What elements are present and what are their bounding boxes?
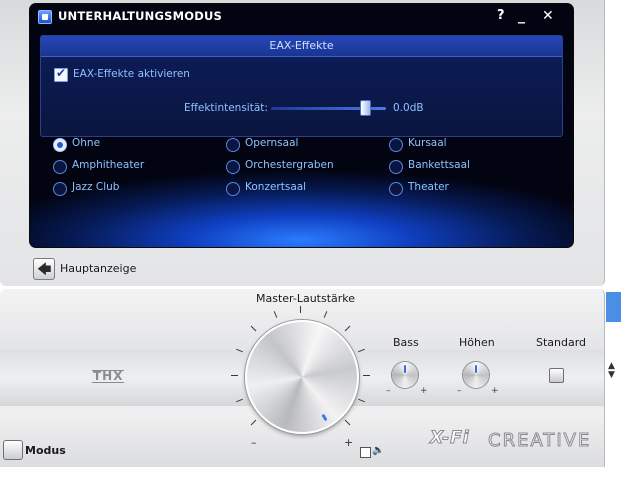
eax-enable-label[interactable]: EAX-Effekte aktivieren [73,68,190,80]
thx-logo: THX [92,369,125,383]
preset-radio-1[interactable] [53,138,67,152]
background-window-edge [606,0,621,478]
creative-audio-console: UNTERHALTUNGSMODUS ? _ ✕ EAX-Effekte ✔ E… [0,0,606,478]
preset-radio-6[interactable] [389,160,403,174]
preset-label[interactable]: Opernsaal [245,137,298,149]
volume-tick [300,306,301,313]
effect-intensity-label: Effektintensität: [184,102,268,114]
title-bar[interactable]: UNTERHALTUNGSMODUS ? _ ✕ [30,4,573,30]
preset-radio-4[interactable] [53,160,67,174]
xfi-logo: X-Fi [430,428,470,449]
bass-label: Bass [393,336,419,349]
window-title: UNTERHALTUNGSMODUS [58,9,222,23]
effect-intensity-slider-thumb[interactable] [360,100,371,116]
eax-enable-checkbox[interactable]: ✔ [54,66,68,82]
preset-label[interactable]: Kursaal [408,137,447,149]
preset-label[interactable]: Theater [408,181,449,193]
preset-radio-7[interactable] [53,182,67,196]
treble-max-mark: + [491,386,499,396]
back-button[interactable]: 🡄 [33,258,55,280]
master-volume-knob[interactable] [245,320,359,434]
treble-label: Höhen [459,336,495,349]
mute-checkbox[interactable] [360,447,371,458]
bass-max-mark: + [420,386,428,396]
bass-min-mark: – [386,386,391,396]
standard-reset-button[interactable] [549,368,564,383]
app-logo-icon [38,10,52,24]
master-volume-min-mark: – [251,436,257,449]
checkmark-icon: ✔ [56,66,67,80]
eax-effects-panel: EAX-Effekte ✔ EAX-Effekte aktivieren Eff… [40,35,563,137]
preset-label[interactable]: Bankettsaal [408,159,470,171]
back-button-label[interactable]: Hauptanzeige [60,262,136,275]
preset-radio-9[interactable] [389,182,403,196]
speaker-icon: 🔈 [372,445,385,456]
preset-label[interactable]: Jazz Club [72,181,119,193]
updown-arrows-icon: ▲ ▼ [608,361,615,380]
treble-knob[interactable] [463,362,489,388]
creative-logo: CREATIVE [487,430,592,452]
arrow-left-icon: 🡄 [37,262,52,278]
preset-label[interactable]: Orchestergraben [245,159,334,171]
preset-label[interactable]: Ohne [72,137,100,149]
help-button[interactable]: ? [497,8,505,24]
master-volume-label: Master-Lautstärke [256,292,356,305]
background-scrollbar [606,292,621,322]
preset-radio-5[interactable] [226,160,240,174]
preset-label[interactable]: Konzertsaal [245,181,306,193]
volume-tick [363,375,370,376]
treble-min-mark: – [457,386,462,396]
effect-intensity-value: 0.0dB [393,102,424,114]
mode-label[interactable]: Modus [25,444,66,457]
preset-radio-3[interactable] [389,138,403,152]
volume-tick [231,375,238,376]
entertainment-mode-screen: UNTERHALTUNGSMODUS ? _ ✕ EAX-Effekte ✔ E… [30,4,573,247]
minimize-button[interactable]: _ [518,8,525,24]
eax-panel-title: EAX-Effekte [269,39,334,52]
preset-label[interactable]: Amphitheater [72,159,144,171]
standard-label: Standard [536,336,587,349]
eax-panel-header: EAX-Effekte [41,36,562,57]
master-volume-max-mark: + [344,436,354,449]
mode-toggle-icon[interactable] [3,440,23,460]
preset-radio-8[interactable] [226,182,240,196]
close-button[interactable]: ✕ [542,8,554,24]
preset-radio-2[interactable] [226,138,240,152]
bass-knob[interactable] [392,362,418,388]
